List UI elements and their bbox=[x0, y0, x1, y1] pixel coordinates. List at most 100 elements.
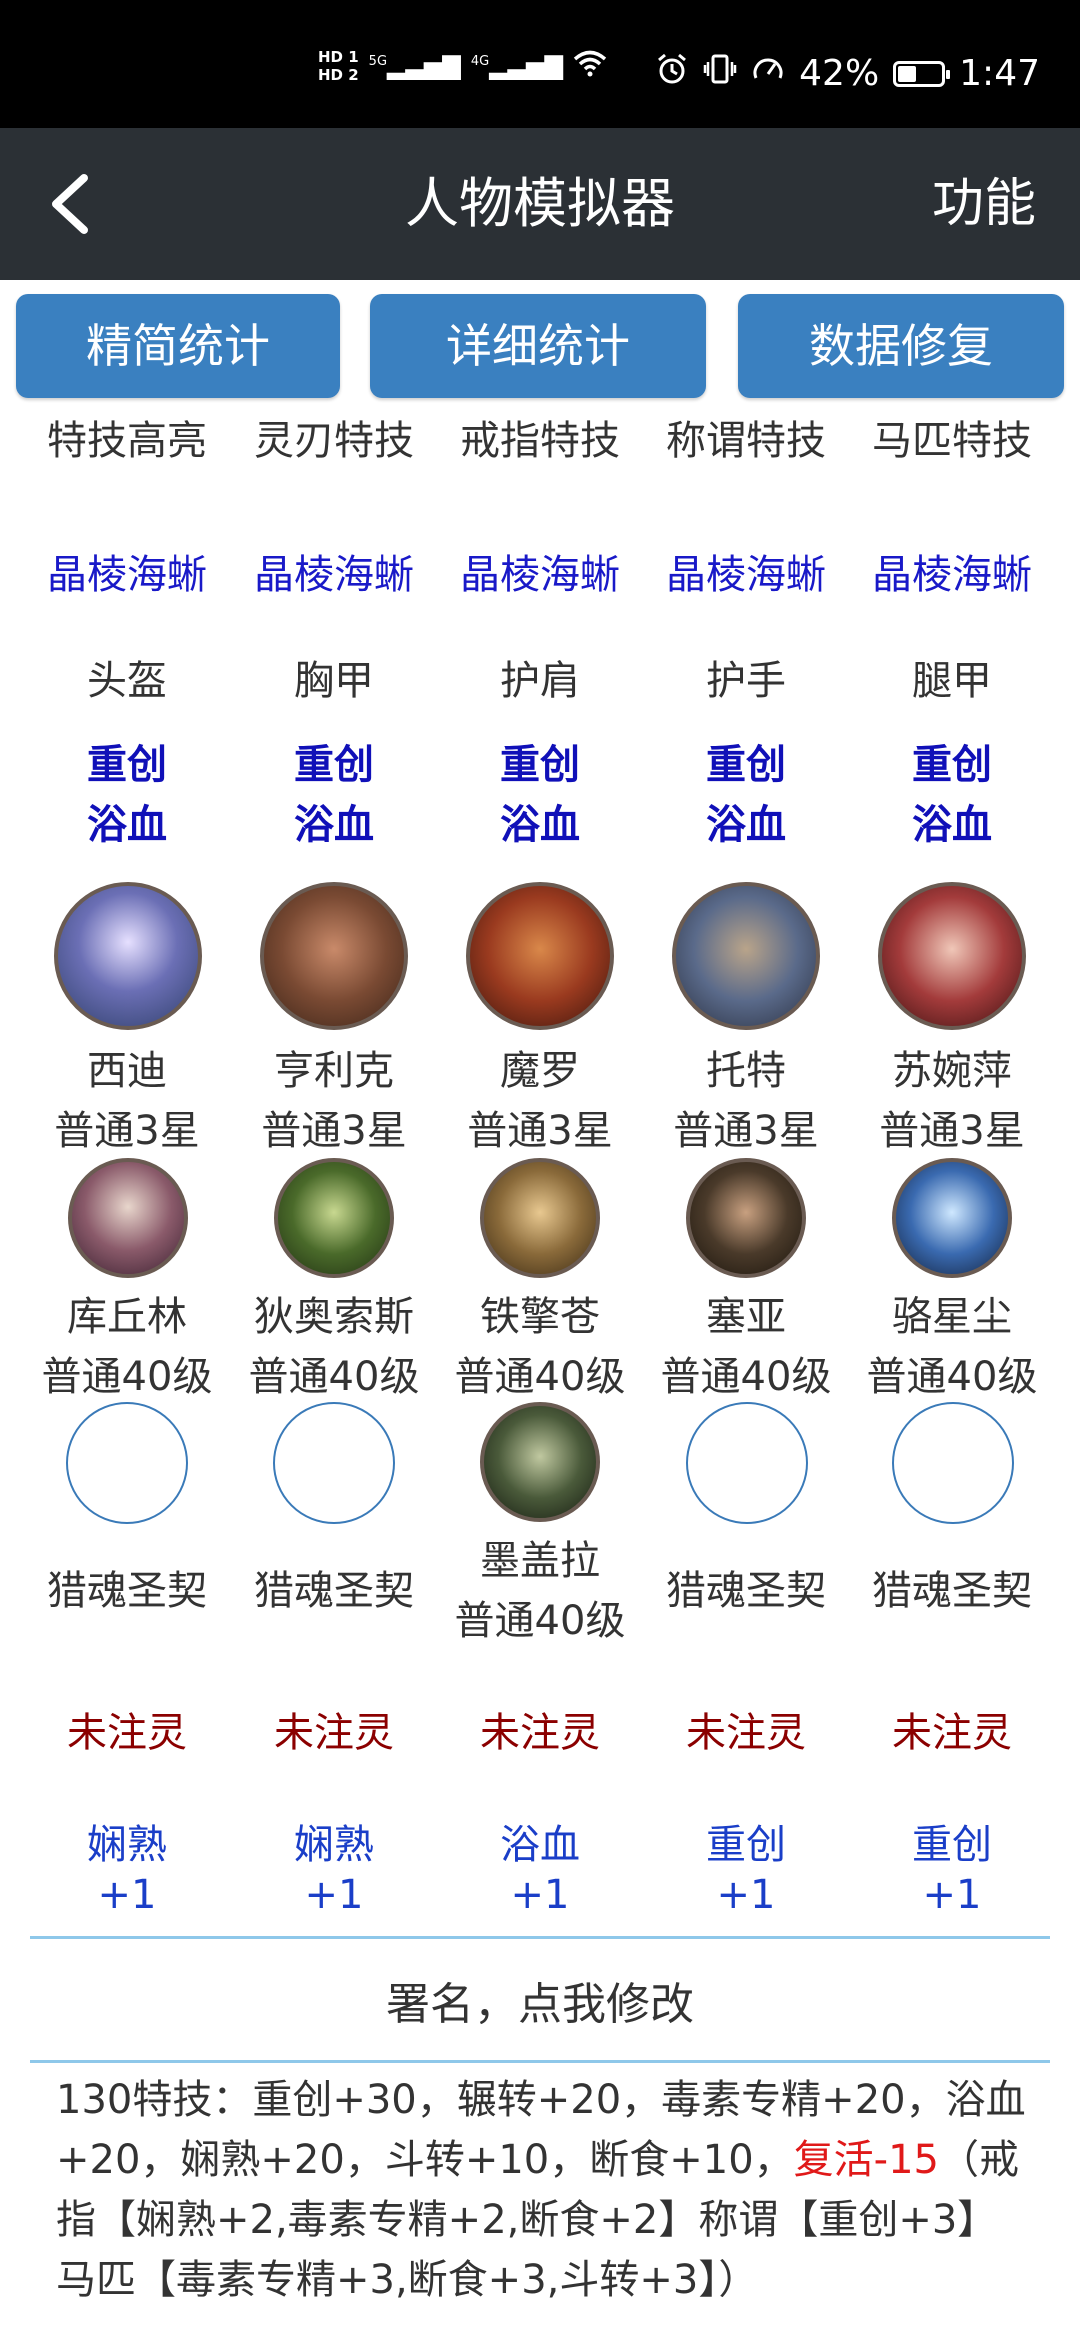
armor-effect[interactable]: 浴血 bbox=[646, 792, 846, 850]
hero-name: 库丘林 bbox=[67, 1294, 187, 1340]
app-bar: 人物模拟器 功能 bbox=[0, 128, 1080, 280]
function-menu-button[interactable]: 功能 bbox=[932, 128, 1036, 280]
hero-level: 普通40级 bbox=[454, 1354, 626, 1400]
bonus-name[interactable]: 重创 bbox=[646, 1812, 846, 1870]
skill-value[interactable]: 晶棱海蜥 bbox=[852, 542, 1052, 600]
armor-slot-label[interactable]: 胸甲 bbox=[234, 648, 434, 706]
hero-name: 狄奥索斯 bbox=[254, 1294, 414, 1340]
stats-button-row: 精简统计 详细统计 数据修复 bbox=[0, 294, 1080, 398]
hero-level: 普通3星 bbox=[54, 1108, 200, 1154]
hero-avatar-suwanping[interactable] bbox=[878, 882, 1026, 1030]
battery-level bbox=[898, 65, 916, 82]
detail-stats-button[interactable]: 详细统计 bbox=[370, 294, 706, 398]
armor-slot-label[interactable]: 头盔 bbox=[27, 648, 227, 706]
hero-avatar-tieqingcang[interactable] bbox=[480, 1158, 600, 1278]
alarm-icon bbox=[655, 52, 689, 95]
hero-level: 普通40级 bbox=[866, 1354, 1038, 1400]
armor-effect[interactable]: 重创 bbox=[27, 732, 227, 790]
hero-name: 魔罗 bbox=[500, 1048, 580, 1094]
hero-level: 普通40级 bbox=[41, 1354, 213, 1400]
armor-slot-label[interactable]: 护手 bbox=[646, 648, 846, 706]
page-title: 人物模拟器 bbox=[405, 172, 675, 235]
hd2-label: HD 2 bbox=[318, 66, 359, 84]
status-bar: HD 1 HD 2 5G▂▃▅▇ 4G▂▃▅▇ 42% 1:47 bbox=[0, 0, 1080, 128]
signal-4g-icon: 4G▂▃▅▇ bbox=[470, 52, 564, 80]
spirit-status[interactable]: 未注灵 bbox=[646, 1700, 846, 1758]
bonus-value[interactable]: +1 bbox=[234, 1872, 434, 1918]
armor-effect[interactable]: 浴血 bbox=[852, 792, 1052, 850]
skill-value[interactable]: 晶棱海蜥 bbox=[27, 542, 227, 600]
empty-slot-label: 猎魂圣契 bbox=[872, 1568, 1032, 1614]
hero-avatar-kuqiulin[interactable] bbox=[68, 1158, 188, 1278]
spirit-status[interactable]: 未注灵 bbox=[852, 1700, 1052, 1758]
hero-level: 普通3星 bbox=[673, 1108, 819, 1154]
data-repair-button[interactable]: 数据修复 bbox=[738, 294, 1064, 398]
hero-avatar-henrik[interactable] bbox=[260, 882, 408, 1030]
bonus-name[interactable]: 重创 bbox=[852, 1812, 1052, 1870]
status-right: 42% 1:47 bbox=[655, 52, 1040, 95]
signature-edit[interactable]: 署名，点我修改 bbox=[0, 1968, 1080, 2032]
skill-value[interactable]: 晶棱海蜥 bbox=[234, 542, 434, 600]
wifi-icon bbox=[573, 49, 607, 83]
hero-name: 西迪 bbox=[87, 1048, 167, 1094]
armor-effect[interactable]: 浴血 bbox=[27, 792, 227, 850]
armor-effect[interactable]: 重创 bbox=[646, 732, 846, 790]
empty-slot[interactable] bbox=[892, 1402, 1014, 1524]
hero-avatar-luoxingchen[interactable] bbox=[892, 1158, 1012, 1278]
hero-name: 托特 bbox=[706, 1048, 786, 1094]
skill-header[interactable]: 灵刃特技 bbox=[234, 408, 434, 466]
clock: 1:47 bbox=[959, 53, 1040, 94]
skill-header[interactable]: 马匹特技 bbox=[852, 408, 1052, 466]
hero-name: 塞亚 bbox=[706, 1294, 786, 1340]
hero-avatar-saiya[interactable] bbox=[686, 1158, 806, 1278]
hero-name: 骆星尘 bbox=[892, 1294, 1012, 1340]
empty-slot-label: 猎魂圣契 bbox=[47, 1568, 207, 1614]
hero-avatar-tuote[interactable] bbox=[672, 882, 820, 1030]
hero-avatar-xidi[interactable] bbox=[54, 882, 202, 1030]
speedometer-icon bbox=[751, 52, 785, 95]
bonus-value[interactable]: +1 bbox=[852, 1872, 1052, 1918]
armor-effect[interactable]: 重创 bbox=[440, 732, 640, 790]
hd1-label: HD 1 bbox=[318, 48, 359, 66]
skill-value[interactable]: 晶棱海蜥 bbox=[646, 542, 846, 600]
divider bbox=[30, 2060, 1050, 2063]
empty-slot-label: 猎魂圣契 bbox=[254, 1568, 414, 1614]
bonus-value[interactable]: +1 bbox=[646, 1872, 846, 1918]
skill-header[interactable]: 特技高亮 bbox=[27, 408, 227, 466]
bonus-name[interactable]: 浴血 bbox=[440, 1812, 640, 1870]
bonus-name[interactable]: 娴熟 bbox=[27, 1812, 227, 1870]
hd-indicator: HD 1 HD 2 bbox=[318, 48, 359, 84]
hero-avatar-moluo[interactable] bbox=[466, 882, 614, 1030]
bonus-value[interactable]: +1 bbox=[27, 1872, 227, 1918]
summary-highlight: 复活-15 bbox=[793, 2137, 939, 2183]
battery-icon bbox=[893, 60, 951, 87]
empty-slot[interactable] bbox=[66, 1402, 188, 1524]
skill-header[interactable]: 称谓特技 bbox=[646, 408, 846, 466]
armor-slot-label[interactable]: 腿甲 bbox=[852, 648, 1052, 706]
hero-level: 普通3星 bbox=[467, 1108, 613, 1154]
armor-effect[interactable]: 重创 bbox=[234, 732, 434, 790]
spirit-status[interactable]: 未注灵 bbox=[234, 1700, 434, 1758]
divider bbox=[30, 1936, 1050, 1939]
skill-header[interactable]: 戒指特技 bbox=[440, 408, 640, 466]
empty-slot[interactable] bbox=[686, 1402, 808, 1524]
simple-stats-button[interactable]: 精简统计 bbox=[16, 294, 340, 398]
armor-slot-label[interactable]: 护肩 bbox=[440, 648, 640, 706]
skill-value[interactable]: 晶棱海蜥 bbox=[440, 542, 640, 600]
hero-level: 普通40级 bbox=[454, 1598, 626, 1644]
network-indicators: HD 1 HD 2 5G▂▃▅▇ 4G▂▃▅▇ bbox=[318, 48, 607, 84]
skills-summary: 130特技：重创+30，辗转+20，毒素专精+20，浴血+20，娴熟+20，斗转… bbox=[56, 2070, 1036, 2310]
bonus-name[interactable]: 娴熟 bbox=[234, 1812, 434, 1870]
hero-avatar-mogaila[interactable] bbox=[480, 1402, 600, 1522]
battery-percent: 42% bbox=[799, 53, 880, 94]
empty-slot[interactable] bbox=[273, 1402, 395, 1524]
spirit-status[interactable]: 未注灵 bbox=[440, 1700, 640, 1758]
bonus-value[interactable]: +1 bbox=[440, 1872, 640, 1918]
armor-effect[interactable]: 浴血 bbox=[234, 792, 434, 850]
armor-effect[interactable]: 浴血 bbox=[440, 792, 640, 850]
armor-effect[interactable]: 重创 bbox=[852, 732, 1052, 790]
hero-avatar-diaosuosi[interactable] bbox=[274, 1158, 394, 1278]
hero-name: 铁擎苍 bbox=[480, 1294, 600, 1340]
hero-name: 墨盖拉 bbox=[480, 1538, 600, 1584]
spirit-status[interactable]: 未注灵 bbox=[27, 1700, 227, 1758]
